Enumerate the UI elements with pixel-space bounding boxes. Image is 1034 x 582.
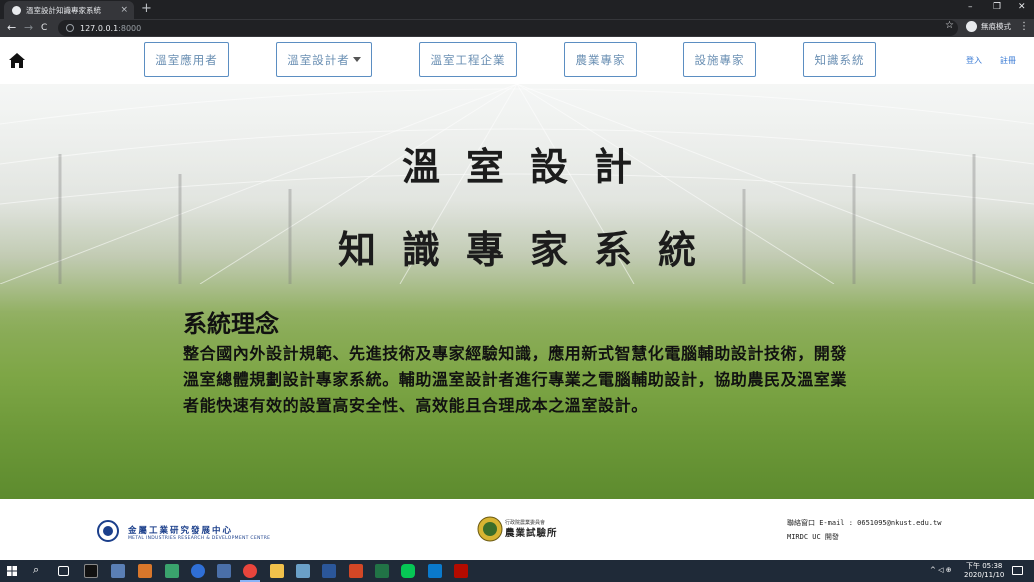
terminal-icon[interactable]	[84, 564, 98, 578]
tari-name: 農業試驗所	[505, 528, 558, 539]
maps-icon[interactable]	[191, 564, 205, 578]
incognito-label: 無痕模式	[981, 22, 1011, 31]
system-tray-icons[interactable]: ^ ◁ ⊕	[930, 566, 952, 574]
nav-item-label: 知識系統	[814, 52, 865, 67]
clock-date: 2020/11/10	[964, 571, 1005, 579]
restore-icon[interactable]: ❐	[993, 2, 1001, 12]
mirdc-english-name: METAL INDUSTRIES RESEARCH & DEVELOPMENT …	[128, 536, 271, 541]
site-info-icon[interactable]	[66, 24, 74, 32]
tari-logo-icon	[477, 516, 503, 542]
back-icon[interactable]: ←	[7, 21, 16, 35]
taskbar-clock[interactable]: 下午 05:38 2020/11/10	[964, 562, 1004, 580]
footer-contact: 聯絡窗口 E-mail : 0651095@nkust.edu.tw MIRDC…	[787, 516, 941, 544]
nav-item-engineering-companies[interactable]: 溫室工程企業	[419, 42, 517, 77]
contact-email: 聯絡窗口 E-mail : 0651095@nkust.edu.tw	[787, 519, 942, 527]
forward-icon[interactable]: →	[24, 21, 33, 35]
nav-item-label: 設施專家	[694, 52, 745, 67]
login-link[interactable]: 登入	[966, 55, 982, 66]
word-icon[interactable]	[322, 564, 336, 578]
nav-item-facility-experts[interactable]: 設施專家	[683, 42, 756, 77]
hero-banner: 溫室設計 知識專家系統 系統理念 整合國內外設計規範、先進技術及專家經驗知識，應…	[0, 84, 1034, 499]
nav-item-label: 農業專家	[575, 52, 626, 67]
app-icon[interactable]	[111, 564, 125, 578]
developer-credit: MIRDC UC 開發	[787, 533, 839, 541]
incognito-icon	[966, 21, 977, 32]
browser-toolbar: ← → C 127.0.0.1 :8000 ☆ 無痕模式 ⋮	[0, 19, 1034, 37]
file-explorer-icon[interactable]	[270, 564, 284, 578]
philosophy-heading: 系統理念	[183, 309, 279, 338]
browser-menu-icon[interactable]: ⋮	[1019, 21, 1029, 32]
site-navbar: 溫室應用者 溫室設計者 溫室工程企業 農業專家 設施專家 知識系統 登入 註冊	[0, 37, 1034, 84]
incognito-indicator[interactable]: 無痕模式	[966, 21, 1011, 32]
notification-icon[interactable]	[1012, 566, 1023, 575]
powerpoint-icon[interactable]	[349, 564, 363, 578]
register-link[interactable]: 註冊	[1000, 55, 1016, 66]
browser-tab[interactable]: 溫室設計知識專家系統 ×	[4, 1, 134, 19]
home-icon[interactable]	[9, 53, 25, 68]
site-footer: 金屬工業研究發展中心 METAL INDUSTRIES RESEARCH & D…	[0, 499, 1034, 560]
nav-item-greenhouse-users[interactable]: 溫室應用者	[144, 42, 229, 77]
chrome-icon[interactable]	[243, 564, 257, 578]
app-icon[interactable]	[296, 564, 310, 578]
task-view-icon[interactable]	[58, 566, 69, 576]
search-icon[interactable]: ⌕	[33, 563, 39, 577]
hero-title-line2: 知識專家系統	[337, 227, 722, 272]
bookmark-star-icon[interactable]: ☆	[945, 20, 954, 31]
vscode-icon[interactable]	[428, 564, 442, 578]
hero-title-line1: 溫室設計	[401, 144, 658, 189]
address-bar[interactable]: 127.0.0.1 :8000	[58, 20, 958, 36]
acrobat-icon[interactable]	[454, 564, 468, 578]
nav-item-agri-experts[interactable]: 農業專家	[564, 42, 637, 77]
minimize-icon[interactable]: –	[968, 2, 973, 12]
nav-item-label: 溫室設計者	[287, 52, 350, 67]
mirdc-logo-icon	[97, 520, 119, 542]
app-icon[interactable]	[217, 564, 231, 578]
reload-icon[interactable]: C	[41, 21, 47, 35]
app-icon[interactable]	[138, 564, 152, 578]
window-close-icon[interactable]: ✕	[1018, 2, 1026, 12]
excel-icon[interactable]	[375, 564, 389, 578]
clock-time: 下午 05:38	[965, 562, 1003, 570]
windows-taskbar: ⌕ ^ ◁ ⊕ 下午 05:38 2020/11/10	[0, 560, 1034, 582]
windows-start-icon[interactable]	[7, 566, 17, 576]
tab-favicon-icon	[12, 5, 21, 15]
tab-close-icon[interactable]: ×	[120, 5, 128, 15]
nav-item-knowledge-system[interactable]: 知識系統	[803, 42, 876, 77]
tab-title: 溫室設計知識專家系統	[26, 5, 101, 15]
nav-item-greenhouse-designers[interactable]: 溫室設計者	[276, 42, 372, 77]
nav-item-label: 溫室工程企業	[430, 52, 506, 67]
url-port: :8000	[118, 23, 142, 33]
dropdown-caret-icon	[352, 57, 361, 62]
new-tab-button[interactable]: +	[141, 1, 152, 17]
nav-item-label: 溫室應用者	[155, 52, 218, 67]
mirdc-name: 金屬工業研究發展中心	[128, 526, 234, 536]
philosophy-text: 整合國內外設計規範、先進技術及專家經驗知識，應用新式智慧化電腦輔助設計技術，開發…	[183, 344, 848, 415]
browser-tab-strip: 溫室設計知識專家系統 × + – ❐ ✕	[0, 0, 1034, 19]
line-icon[interactable]	[401, 564, 415, 578]
app-icon[interactable]	[165, 564, 179, 578]
url-host: 127.0.0.1	[80, 23, 119, 33]
